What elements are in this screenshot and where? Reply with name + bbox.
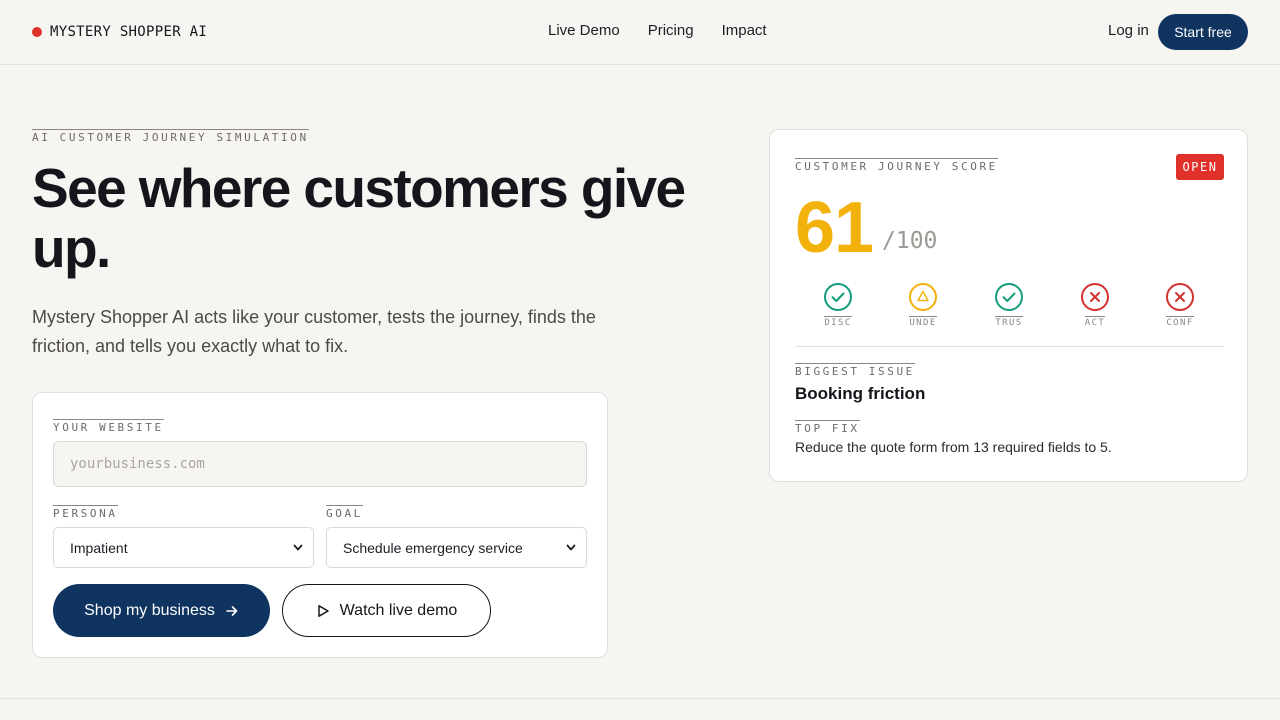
site-header: MYSTERY SHOPPER AI Live Demo Pricing Imp…	[0, 0, 1280, 65]
website-label: YOUR WEBSITE	[53, 419, 164, 434]
goal-select[interactable]: Schedule emergency service	[326, 527, 587, 568]
score-value: 61	[795, 188, 874, 268]
top-fix-label: TOP FIX	[795, 420, 860, 435]
stage-label: UNDE	[909, 316, 937, 328]
score-label: CUSTOMER JOURNEY SCORE	[795, 158, 998, 173]
shop-button-label: Shop my business	[84, 601, 215, 619]
website-input[interactable]	[53, 441, 587, 487]
play-icon	[317, 604, 329, 617]
stage-trus: TRUS	[979, 282, 1039, 330]
brand-dot-icon	[32, 27, 42, 37]
hero-title: See where customers give up.	[32, 157, 686, 279]
stage-list: DISC UNDE TRUS ACT CONF	[795, 282, 1225, 332]
persona-select[interactable]: Impatient	[53, 527, 314, 568]
start-free-button[interactable]: Start free	[1158, 14, 1248, 50]
status-badge: OPEN	[1176, 154, 1224, 180]
shop-my-business-button[interactable]: Shop my business	[53, 584, 270, 637]
stage-act: ACT	[1065, 282, 1125, 330]
brand-name: MYSTERY SHOPPER AI	[50, 24, 208, 40]
stage-label: DISC	[824, 316, 852, 328]
warning-circle-icon	[909, 283, 937, 311]
top-fix-value: Reduce the quote form from 13 required f…	[795, 439, 1112, 455]
main-nav: Live Demo Pricing Impact	[548, 22, 767, 39]
demo-button-label: Watch live demo	[339, 601, 458, 619]
login-link[interactable]: Log in	[1108, 22, 1149, 39]
x-circle-icon	[1081, 283, 1109, 311]
score-denominator: /100	[882, 228, 938, 254]
brand-logo[interactable]: MYSTERY SHOPPER AI	[32, 22, 207, 42]
card-divider	[795, 346, 1224, 347]
stage-unde: UNDE	[893, 282, 953, 330]
nav-pricing[interactable]: Pricing	[648, 22, 694, 39]
shop-form-card: YOUR WEBSITE PERSONA Impatient GOAL Sche…	[32, 392, 608, 658]
stage-disc: DISC	[808, 282, 868, 330]
section-divider	[0, 698, 1280, 699]
hero-eyebrow: AI CUSTOMER JOURNEY SIMULATION	[32, 129, 309, 144]
chevron-down-icon	[566, 544, 576, 551]
nav-live-demo[interactable]: Live Demo	[548, 22, 620, 39]
persona-value: Impatient	[70, 539, 128, 556]
stage-label: ACT	[1084, 316, 1106, 328]
x-circle-icon	[1166, 283, 1194, 311]
persona-label: PERSONA	[53, 505, 118, 520]
stage-conf: CONF	[1150, 282, 1210, 330]
stage-label: CONF	[1166, 316, 1194, 328]
check-circle-icon	[824, 283, 852, 311]
journey-score-card: CUSTOMER JOURNEY SCORE OPEN 61 /100 DISC…	[769, 129, 1248, 482]
watch-live-demo-button[interactable]: Watch live demo	[282, 584, 491, 637]
check-circle-icon	[995, 283, 1023, 311]
stage-label: TRUS	[995, 316, 1023, 328]
hero-subtitle: Mystery Shopper AI acts like your custom…	[32, 307, 596, 356]
goal-label: GOAL	[326, 505, 363, 520]
chevron-down-icon	[293, 544, 303, 551]
biggest-issue-value: Booking friction	[795, 384, 926, 403]
biggest-issue-label: BIGGEST ISSUE	[795, 363, 915, 378]
arrow-right-icon	[226, 605, 238, 616]
goal-value: Schedule emergency service	[343, 539, 523, 556]
nav-impact[interactable]: Impact	[722, 22, 767, 39]
